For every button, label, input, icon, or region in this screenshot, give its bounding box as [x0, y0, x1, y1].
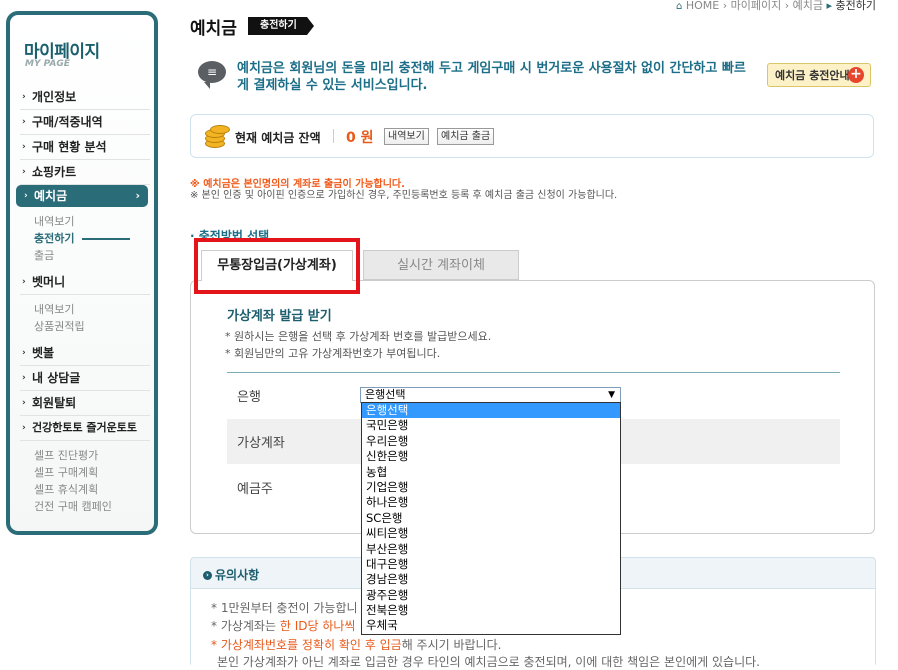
bank-option[interactable]: 광주은행: [362, 588, 620, 603]
breadcrumb-arrow-icon: ▸: [826, 0, 833, 12]
sidebar-item-my-inquiries[interactable]: › 내 상담글: [20, 366, 150, 391]
sidebar-subitem-betmoney-history[interactable]: 내역보기: [34, 301, 154, 318]
dropdown-arrow-icon: ▼: [608, 390, 615, 400]
page-title: 예치금: [190, 19, 237, 39]
intro-box: ≡ 예치금은 회원님의 돈을 미리 충전해 두고 게임구매 시 번거로운 사용절…: [190, 55, 876, 101]
chevron-right-icon: ›: [22, 92, 26, 102]
balance-amount: 0 원: [346, 130, 374, 146]
chevron-right-icon: ›: [22, 423, 26, 433]
breadcrumb-home[interactable]: HOME: [686, 0, 719, 12]
panel-description: * 원하시는 은행을 선택 후 가상계좌 번호를 발급받으세요. * 회원님만의…: [225, 330, 492, 360]
note-line: 본인 가상계좌가 아닌 계좌로 입금한 경우 타인의 예치금으로 충전되며, 이…: [217, 655, 760, 669]
coin-stack-icon: [205, 125, 230, 149]
chevron-right-icon: ›: [22, 142, 26, 152]
betmoney-submenu: 내역보기 상품권적립: [10, 295, 154, 341]
sidebar-subitem-self-purchase-plan[interactable]: 셀프 구매계획: [34, 464, 154, 481]
history-button[interactable]: 내역보기: [384, 128, 429, 145]
highlight-box: [194, 238, 360, 294]
sidebar-item-purchase-analysis[interactable]: › 구매 현황 분석: [20, 135, 150, 160]
bank-dropdown-list: 은행선택 국민은행 우리은행 신한은행 농협 기업은행 하나은행 SC은행 씨티…: [361, 402, 621, 635]
panel-title: 가상계좌 발급 받기: [227, 309, 332, 324]
sidebar-subtitle: MY PAGE: [25, 59, 70, 69]
intro-text: 예치금은 회원님의 돈을 미리 충전해 두고 게임구매 시 번거로운 사용절차 …: [237, 61, 746, 93]
sidebar-item-healthy-toto[interactable]: › 건강한토토 즐거운토토: [20, 416, 150, 441]
balance-label: 현재 예치금 잔액: [235, 131, 321, 145]
sidebar-item-withdraw-membership[interactable]: › 회원탈퇴: [20, 391, 150, 416]
chevron-right-icon: ›: [135, 189, 140, 202]
sidebar-item-personal-info[interactable]: › 개인정보: [20, 85, 150, 110]
bank-option[interactable]: 우리은행: [362, 434, 620, 449]
sidebar-item-deposit[interactable]: › 예치금 ›: [16, 185, 148, 207]
bank-option[interactable]: 우체국: [362, 618, 620, 633]
tab-realtime-transfer[interactable]: 실시간 계좌이체: [363, 250, 519, 280]
sidebar-subitem-giftcard[interactable]: 상품권적립: [34, 318, 154, 335]
sidebar-subitem-self-diagnosis[interactable]: 셀프 진단평가: [34, 447, 154, 464]
circle-arrow-icon: ›: [203, 571, 212, 580]
bank-option[interactable]: 신한은행: [362, 449, 620, 464]
sidebar-item-betball[interactable]: › 벳볼: [20, 341, 150, 366]
withdraw-button[interactable]: 예치금 출금: [437, 128, 495, 145]
bank-option[interactable]: 경남은행: [362, 572, 620, 587]
notes-title: › 유의사항: [203, 566, 259, 583]
chevron-right-icon: ›: [22, 348, 26, 358]
sidebar-menu: › 개인정보 › 구매/적중내역 › 구매 현황 분석 › 쇼핑카트 › 예치금 › 내역보…: [10, 85, 154, 521]
note-line: * 1만원부터 충전이 가능합니: [211, 601, 358, 615]
note-line: * 가상계좌는 한 ID당 하나씩: [211, 619, 356, 633]
chevron-right-icon: ›: [22, 398, 26, 408]
sidebar-item-betmoney[interactable]: › 벳머니: [20, 270, 150, 295]
chevron-right-icon: ›: [22, 167, 26, 177]
chevron-right-icon: ›: [24, 191, 28, 201]
sidebar-item-shopping-cart[interactable]: › 쇼핑카트: [20, 160, 150, 185]
sidebar-subitem-history[interactable]: 내역보기: [34, 213, 154, 230]
sidebar-subitem-self-rest-plan[interactable]: 셀프 휴식계획: [34, 481, 154, 498]
bank-option[interactable]: 농협: [362, 465, 620, 480]
current-indicator: [82, 238, 130, 240]
sidebar-subitem-charge[interactable]: 충전하기: [34, 230, 154, 247]
breadcrumb-mypage[interactable]: 마이페이지: [731, 0, 782, 12]
bank-label: 은행: [237, 390, 261, 405]
sidebar: 마이페이지 MY PAGE › 개인정보 › 구매/적중내역 › 구매 현황 분석 ›…: [6, 11, 158, 535]
note-line: * 가상계좌번호를 정확히 확인 후 입금해 주시기 바랍니다.: [211, 638, 502, 652]
virtual-account-label: 가상계좌: [237, 436, 285, 451]
bank-option[interactable]: 부산은행: [362, 542, 620, 557]
healthy-toto-submenu: 셀프 진단평가 셀프 구매계획 셀프 휴식계획 건전 구매 캠페인: [10, 441, 154, 521]
chevron-right-icon: ›: [22, 373, 26, 383]
bank-select[interactable]: 은행선택 ▼: [360, 387, 621, 403]
bank-option[interactable]: 하나은행: [362, 495, 620, 510]
deposit-guide-button[interactable]: 예치금 충전안내 +: [767, 63, 871, 87]
bank-option[interactable]: 기업은행: [362, 480, 620, 495]
balance-box: 현재 예치금 잔액 0 원 내역보기 예치금 출금: [190, 114, 874, 158]
plus-icon: +: [848, 67, 864, 83]
bank-option[interactable]: 전북은행: [362, 603, 620, 618]
breadcrumb: ⌂ HOME › 마이페이지 › 예치금 ▸ 충전하기: [675, 0, 876, 12]
bank-option[interactable]: 씨티은행: [362, 526, 620, 541]
breadcrumb-deposit[interactable]: 예치금: [793, 0, 823, 12]
bank-option[interactable]: 은행선택: [362, 403, 620, 419]
deposit-submenu: 내역보기 충전하기 출금: [10, 207, 154, 270]
depositor-label: 예금주: [237, 482, 273, 497]
page-tag: 충전하기: [248, 17, 314, 35]
chevron-right-icon: ›: [22, 277, 26, 287]
divider: [333, 129, 334, 143]
notice-verification: ※ 본인 인증 및 아이핀 인증으로 가입하신 경우, 주민등록번호 등록 후 …: [190, 190, 618, 201]
breadcrumb-current: 충전하기: [835, 0, 876, 12]
chevron-right-icon: ›: [22, 117, 26, 127]
sidebar-subitem-campaign[interactable]: 건전 구매 캠페인: [34, 498, 154, 515]
speech-bubble-icon: ≡: [198, 61, 226, 89]
bank-option[interactable]: 대구은행: [362, 557, 620, 572]
home-icon[interactable]: ⌂: [676, 1, 682, 12]
sidebar-subitem-withdraw[interactable]: 출금: [34, 247, 154, 264]
bank-option[interactable]: 국민은행: [362, 418, 620, 433]
sidebar-item-purchase-history[interactable]: › 구매/적중내역: [20, 110, 150, 135]
bank-option[interactable]: SC은행: [362, 511, 620, 526]
